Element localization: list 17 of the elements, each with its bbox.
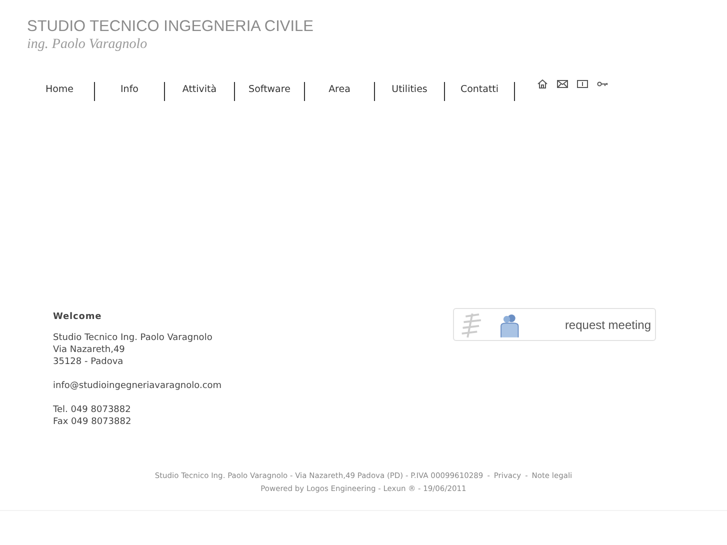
nav-link[interactable]: Info xyxy=(95,82,165,101)
phone-line: Tel. 049 8073882 xyxy=(53,404,132,416)
phone-line: Fax 049 8073882 xyxy=(53,416,132,428)
nav-link[interactable]: Home xyxy=(25,82,95,101)
email-address: info@studioingegneriavaragnolo.com xyxy=(53,380,223,392)
address-line: 35128 - Padova xyxy=(53,356,124,368)
nav-link[interactable]: Software xyxy=(235,82,305,101)
nav-link[interactable]: Utilities xyxy=(375,82,445,101)
address-line: Via Nazareth,49 xyxy=(53,344,126,356)
welcome-heading: Welcome xyxy=(53,311,103,323)
request-meeting-button[interactable]: request meeting xyxy=(453,308,656,341)
nav-link[interactable]: Attività xyxy=(165,82,235,101)
nav-link[interactable]: Area xyxy=(305,82,375,101)
site-title: STUDIO TECNICO INGEGNERIA CIVILE xyxy=(27,18,315,36)
nav-link[interactable]: Contatti xyxy=(445,82,515,101)
address-line: Studio Tecnico Ing. Paolo Varagnolo xyxy=(53,332,214,344)
site-subtitle: ing. Paolo Varagnolo xyxy=(27,36,148,54)
